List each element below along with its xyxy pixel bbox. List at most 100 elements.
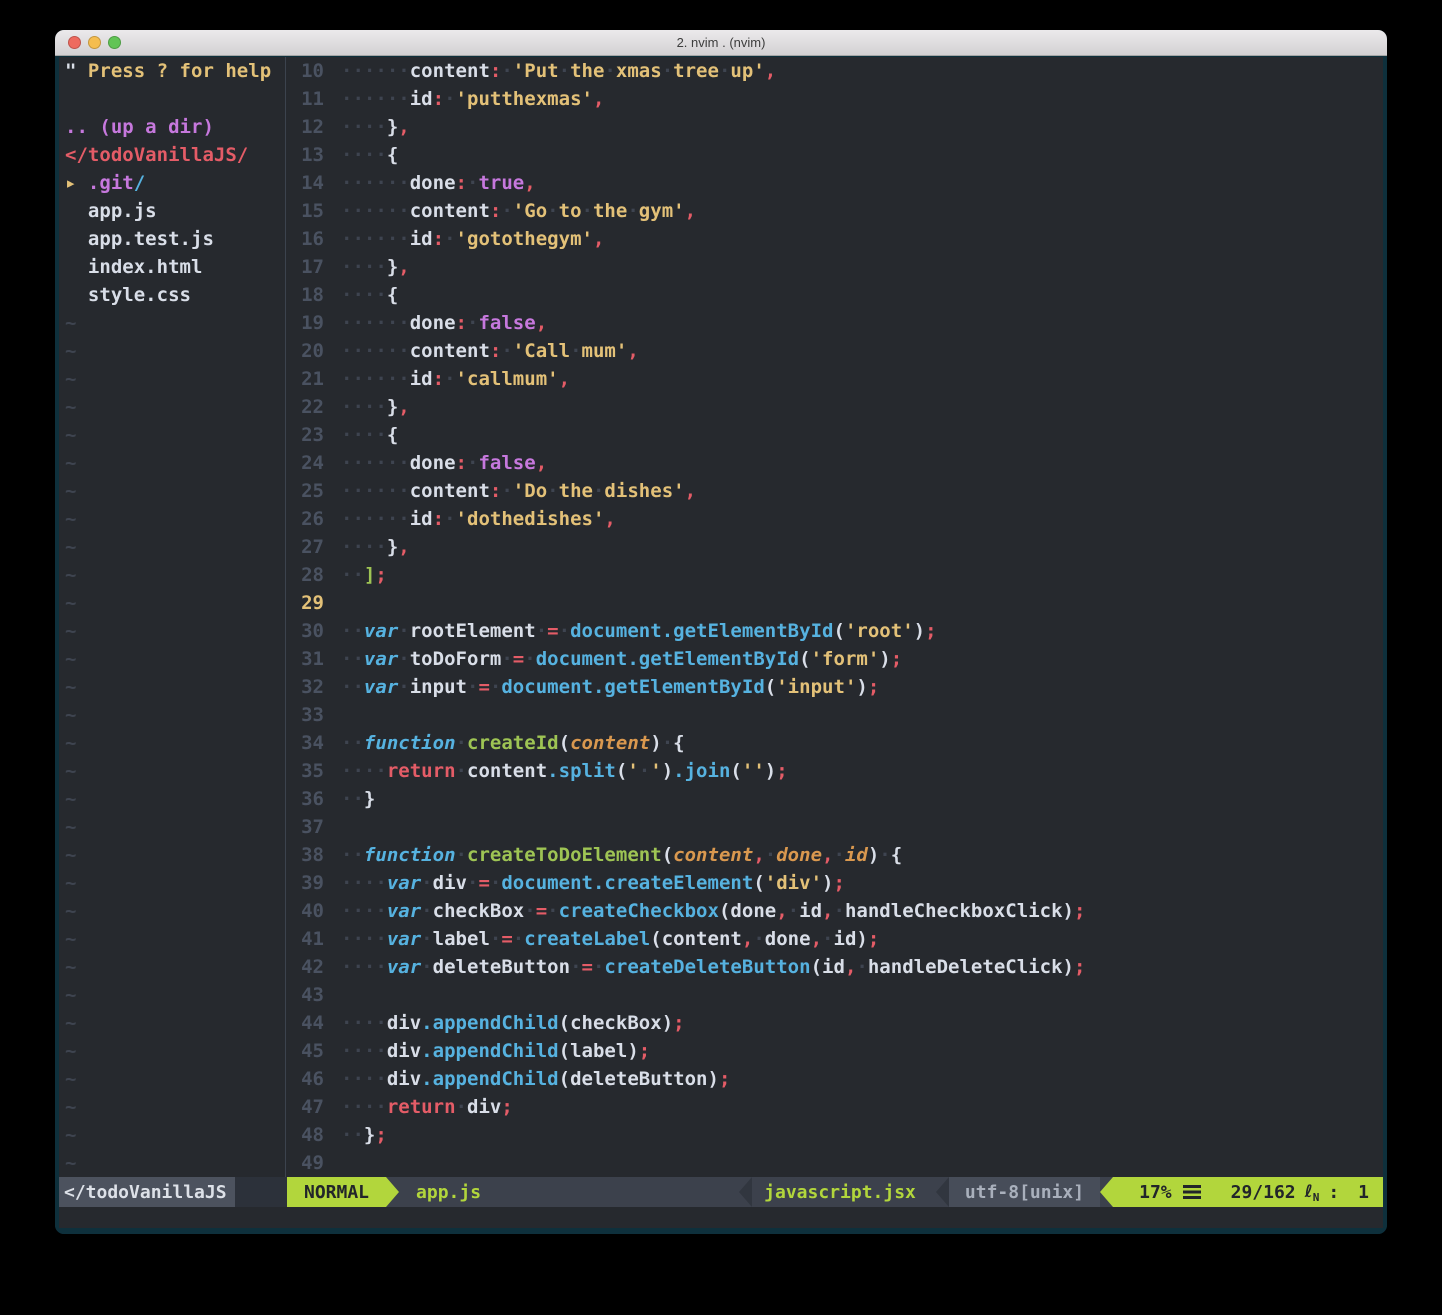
line-number: 49 bbox=[286, 1149, 324, 1177]
code-line-38[interactable]: 38··function·createToDoElement(content,·… bbox=[286, 841, 1383, 869]
code-line-36[interactable]: 36··} bbox=[286, 785, 1383, 813]
line-number: 32 bbox=[286, 673, 324, 701]
code-line-41[interactable]: 41····var·label·=·createLabel(content,·d… bbox=[286, 925, 1383, 953]
code-line-44[interactable]: 44····div.appendChild(checkBox); bbox=[286, 1009, 1383, 1037]
nerdtree-pane[interactable]: " Press ? for help .. (up a dir)</todoVan… bbox=[59, 57, 286, 1177]
code-line-39[interactable]: 39····var·div·=·document.createElement('… bbox=[286, 869, 1383, 897]
code-line-17[interactable]: 17····}, bbox=[286, 253, 1383, 281]
minimize-button[interactable] bbox=[88, 36, 101, 49]
tree-root[interactable]: </todoVanillaJS/ bbox=[59, 141, 285, 169]
cursor-position: 29/162 bbox=[1231, 1182, 1296, 1203]
tilde-row: ~ bbox=[59, 813, 285, 841]
chevron-left-icon bbox=[739, 1177, 752, 1207]
code-line-25[interactable]: 25······content:·'Do·the·dishes', bbox=[286, 477, 1383, 505]
code-line-34[interactable]: 34··function·createId(content)·{ bbox=[286, 729, 1383, 757]
tilde-row: ~ bbox=[59, 533, 285, 561]
code-line-14[interactable]: 14······done:·true, bbox=[286, 169, 1383, 197]
line-number: 25 bbox=[286, 477, 324, 505]
code-line-28[interactable]: 28··]; bbox=[286, 561, 1383, 589]
line-number: 11 bbox=[286, 85, 324, 113]
code-line-26[interactable]: 26······id:·'dothedishes', bbox=[286, 505, 1383, 533]
tilde-row: ~ bbox=[59, 1037, 285, 1065]
tilde-row: ~ bbox=[59, 309, 285, 337]
line-number: 44 bbox=[286, 1009, 324, 1037]
tree-item-style-css[interactable]: style.css bbox=[59, 281, 285, 309]
line-number: 16 bbox=[286, 225, 324, 253]
code-buffer[interactable]: 10······content:·'Put·the·xmas·tree·up',… bbox=[286, 57, 1383, 1177]
line-number: 15 bbox=[286, 197, 324, 225]
encoding-label: utf-8[unix] bbox=[949, 1177, 1100, 1207]
close-button[interactable] bbox=[68, 36, 81, 49]
code-line-24[interactable]: 24······done:·false, bbox=[286, 449, 1383, 477]
code-line-10[interactable]: 10······content:·'Put·the·xmas·tree·up', bbox=[286, 57, 1383, 85]
tilde-row: ~ bbox=[59, 701, 285, 729]
line-number: 14 bbox=[286, 169, 324, 197]
code-line-19[interactable]: 19······done:·false, bbox=[286, 309, 1383, 337]
code-line-32[interactable]: 32··var·input·=·document.getElementById(… bbox=[286, 673, 1383, 701]
code-line-45[interactable]: 45····div.appendChild(label); bbox=[286, 1037, 1383, 1065]
code-line-49[interactable]: 49 bbox=[286, 1149, 1383, 1177]
tilde-row: ~ bbox=[59, 1065, 285, 1093]
line-number: 35 bbox=[286, 757, 324, 785]
tilde-row: ~ bbox=[59, 925, 285, 953]
code-line-47[interactable]: 47····return·div; bbox=[286, 1093, 1383, 1121]
tilde-row: ~ bbox=[59, 393, 285, 421]
line-number: 10 bbox=[286, 57, 324, 85]
code-line-18[interactable]: 18····{ bbox=[286, 281, 1383, 309]
code-line-21[interactable]: 21······id:·'callmum', bbox=[286, 365, 1383, 393]
tree-help-line[interactable]: " Press ? for help bbox=[59, 57, 285, 85]
code-line-20[interactable]: 20······content:·'Call·mum', bbox=[286, 337, 1383, 365]
code-line-29[interactable]: 29 bbox=[286, 589, 1383, 617]
statusline: </todoVanillaJS NORMAL app.js javascript… bbox=[59, 1177, 1383, 1207]
code-line-40[interactable]: 40····var·checkBox·=·createCheckbox(done… bbox=[286, 897, 1383, 925]
line-number: 39 bbox=[286, 869, 324, 897]
tree-blank-line bbox=[59, 85, 285, 113]
code-line-37[interactable]: 37 bbox=[286, 813, 1383, 841]
line-number: 37 bbox=[286, 813, 324, 841]
code-line-12[interactable]: 12····}, bbox=[286, 113, 1383, 141]
line-number: 28 bbox=[286, 561, 324, 589]
tilde-row: ~ bbox=[59, 617, 285, 645]
code-line-13[interactable]: 13····{ bbox=[286, 141, 1383, 169]
line-number: 21 bbox=[286, 365, 324, 393]
position-segment: 17% 29/162 ℓN : 1 bbox=[1113, 1177, 1383, 1207]
code-line-11[interactable]: 11······id:·'putthexmas', bbox=[286, 85, 1383, 113]
tilde-row: ~ bbox=[59, 421, 285, 449]
tilde-row: ~ bbox=[59, 981, 285, 1009]
code-line-35[interactable]: 35····return·content.split('·').join('')… bbox=[286, 757, 1383, 785]
scroll-percent: 17% bbox=[1139, 1182, 1172, 1203]
line-number: 46 bbox=[286, 1065, 324, 1093]
hamburger-lines-icon bbox=[1183, 1185, 1201, 1199]
line-number: 26 bbox=[286, 505, 324, 533]
tree-item-git[interactable]: ▸ .git/ bbox=[59, 169, 285, 197]
tilde-row: ~ bbox=[59, 589, 285, 617]
code-line-22[interactable]: 22····}, bbox=[286, 393, 1383, 421]
code-line-48[interactable]: 48··}; bbox=[286, 1121, 1383, 1149]
tree-item-app-js[interactable]: app.js bbox=[59, 197, 285, 225]
code-line-16[interactable]: 16······id:·'gotothegym', bbox=[286, 225, 1383, 253]
tree-item-app-test-js[interactable]: app.test.js bbox=[59, 225, 285, 253]
line-number: 40 bbox=[286, 897, 324, 925]
code-line-23[interactable]: 23····{ bbox=[286, 421, 1383, 449]
tree-item-index-html[interactable]: index.html bbox=[59, 253, 285, 281]
code-line-46[interactable]: 46····div.appendChild(deleteButton); bbox=[286, 1065, 1383, 1093]
code-line-27[interactable]: 27····}, bbox=[286, 533, 1383, 561]
tilde-row: ~ bbox=[59, 1093, 285, 1121]
code-line-33[interactable]: 33 bbox=[286, 701, 1383, 729]
titlebar[interactable]: 2. nvim . (nvim) bbox=[55, 30, 1387, 56]
command-line[interactable] bbox=[59, 1207, 1383, 1228]
tilde-row: ~ bbox=[59, 841, 285, 869]
tilde-row: ~ bbox=[59, 1009, 285, 1037]
code-line-31[interactable]: 31··var·toDoForm·=·document.getElementBy… bbox=[286, 645, 1383, 673]
line-number: 17 bbox=[286, 253, 324, 281]
tilde-row: ~ bbox=[59, 757, 285, 785]
code-line-30[interactable]: 30··var·rootElement·=·document.getElemen… bbox=[286, 617, 1383, 645]
zoom-button[interactable] bbox=[108, 36, 121, 49]
filename-label: app.js bbox=[416, 1177, 481, 1207]
code-line-43[interactable]: 43 bbox=[286, 981, 1383, 1009]
code-line-42[interactable]: 42····var·deleteButton·=·createDeleteBut… bbox=[286, 953, 1383, 981]
tree-item-up-dir[interactable]: .. (up a dir) bbox=[59, 113, 285, 141]
main-statusline: NORMAL app.js javascript.jsx utf-8[unix]… bbox=[287, 1177, 1383, 1207]
code-line-15[interactable]: 15······content:·'Go·to·the·gym', bbox=[286, 197, 1383, 225]
line-number: 42 bbox=[286, 953, 324, 981]
